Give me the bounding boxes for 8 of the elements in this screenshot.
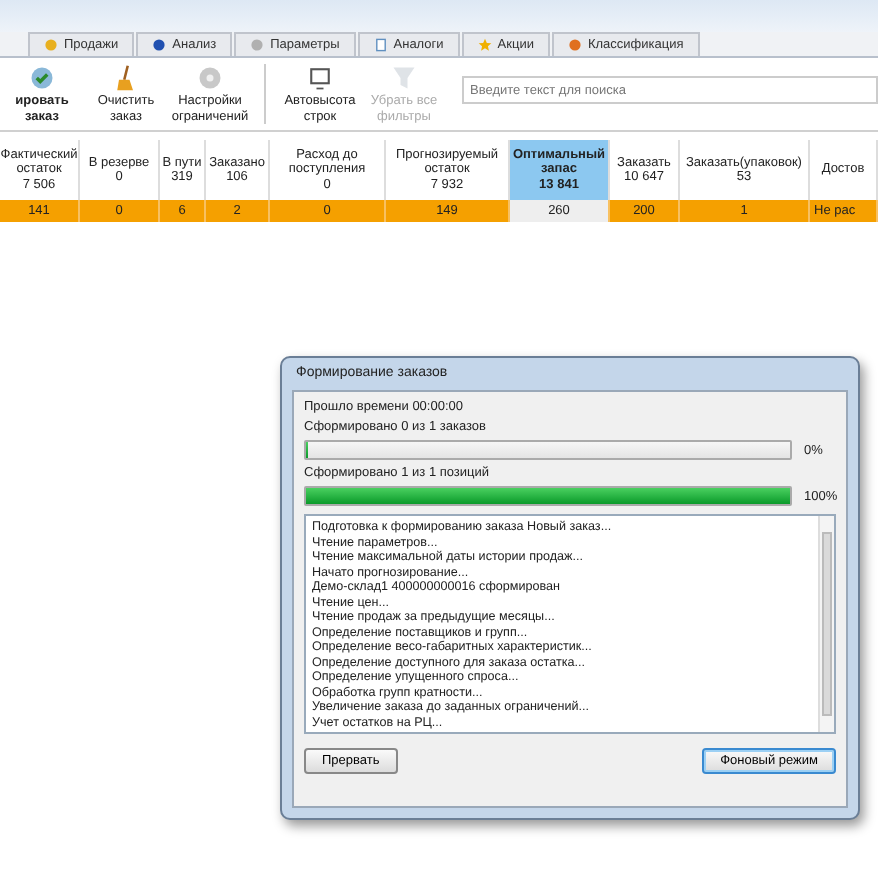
monitor-icon bbox=[306, 64, 334, 92]
scrollbar[interactable] bbox=[818, 516, 834, 732]
circle-icon bbox=[152, 38, 167, 52]
checkmark-icon bbox=[28, 64, 56, 92]
star-icon bbox=[477, 38, 492, 52]
circle-icon bbox=[44, 38, 58, 52]
document-icon bbox=[373, 38, 388, 52]
funnel-icon bbox=[390, 64, 418, 92]
